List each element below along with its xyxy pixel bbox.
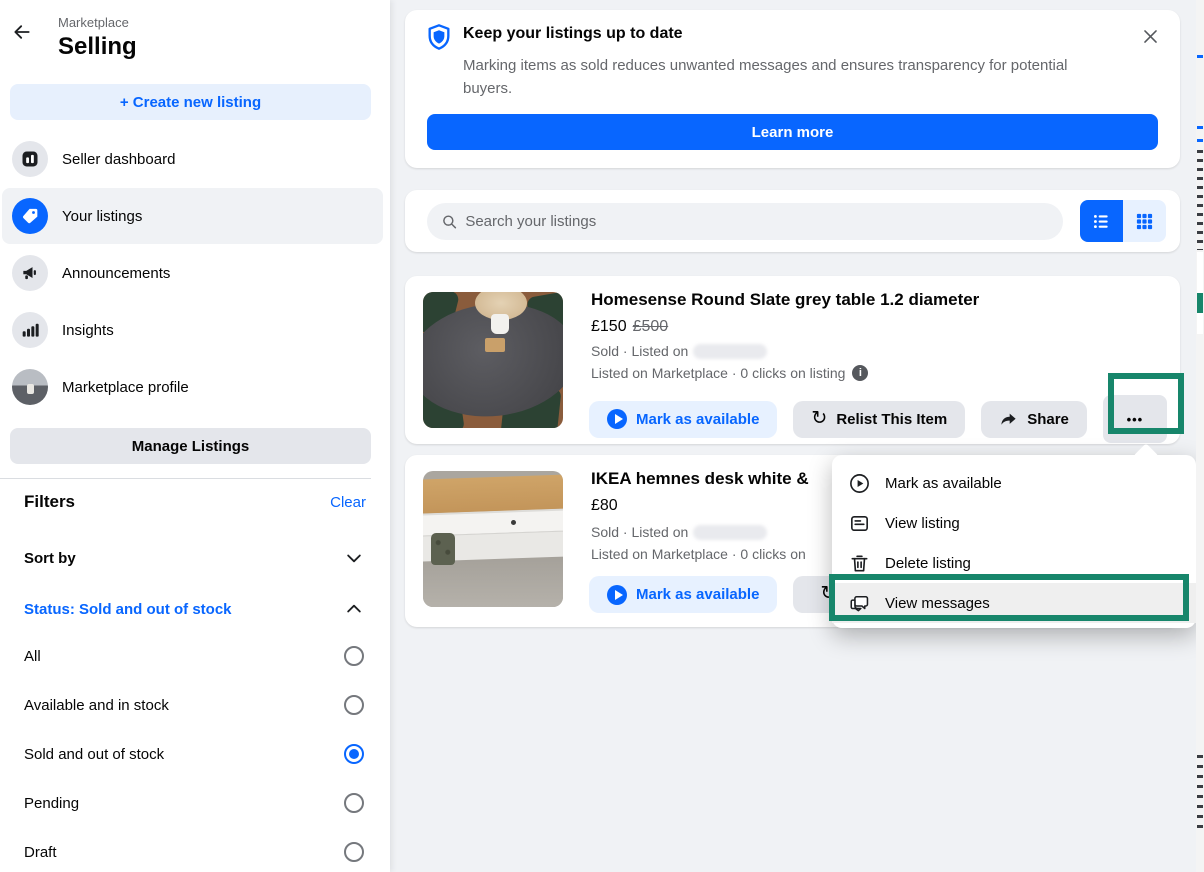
status-option-sold[interactable]: Sold and out of stock — [24, 742, 364, 766]
play-icon — [607, 585, 627, 605]
search-card — [405, 190, 1180, 252]
share-button[interactable]: Share — [981, 401, 1087, 438]
sidebar-item-seller-dashboard[interactable]: Seller dashboard — [2, 131, 383, 187]
close-icon — [1141, 27, 1160, 46]
banner-description: Marking items as sold reduces unwanted m… — [463, 54, 1093, 100]
learn-more-button[interactable]: Learn more — [427, 114, 1158, 150]
more-options-menu: Mark as available View listing Delete li… — [832, 455, 1196, 628]
listing-photo-1[interactable] — [423, 292, 563, 428]
sidebar-divider — [0, 478, 371, 479]
avatar — [12, 369, 48, 405]
trash-icon — [848, 552, 871, 575]
sort-by-section[interactable]: Sort by — [24, 546, 364, 570]
listing-card-1[interactable]: Homesense Round Slate grey table 1.2 dia… — [405, 276, 1180, 444]
listing-meta-line: Listed on Marketplace · 0 clicks on list… — [591, 365, 868, 381]
listing-price: £150£500 — [591, 318, 668, 336]
share-icon — [999, 410, 1018, 429]
radio-icon[interactable] — [344, 646, 364, 666]
bar-chart-icon — [12, 312, 48, 348]
grid-view-icon — [1135, 212, 1154, 231]
listing-price: £80 — [591, 497, 618, 515]
radio-icon[interactable] — [344, 793, 364, 813]
search-input-wrapper — [427, 203, 1063, 240]
original-price: £500 — [633, 318, 669, 335]
sidebar-item-announcements[interactable]: Announcements — [2, 245, 383, 301]
back-button[interactable] — [12, 22, 34, 44]
sidebar-item-marketplace-profile[interactable]: Marketplace profile — [2, 359, 383, 415]
marketplace-selling-page: Marketplace Selling + Create new listing… — [0, 0, 1204, 872]
listing-title[interactable]: Homesense Round Slate grey table 1.2 dia… — [591, 290, 979, 310]
play-icon — [607, 409, 627, 429]
status-option-all[interactable]: All — [24, 644, 364, 668]
sidebar-item-insights[interactable]: Insights — [2, 302, 383, 358]
back-arrow-icon — [12, 22, 32, 42]
menu-item-mark-as-available[interactable]: Mark as available — [832, 463, 1196, 503]
page-title: Selling — [58, 33, 137, 61]
more-options-button[interactable]: ••• — [1103, 395, 1167, 443]
list-view-icon — [1092, 212, 1111, 231]
listing-title[interactable]: IKEA hemnes desk white & — [591, 469, 809, 489]
shield-icon — [425, 23, 453, 51]
listing-status-line: Sold · Listed on — [591, 343, 767, 359]
document-icon — [848, 512, 871, 535]
table-photo — [423, 292, 563, 428]
close-banner-button[interactable] — [1138, 24, 1162, 48]
sidebar-item-your-listings[interactable]: Your listings — [2, 188, 383, 244]
create-new-listing-button[interactable]: + Create new listing — [10, 84, 371, 120]
view-toggle — [1080, 200, 1166, 242]
chevron-up-icon — [344, 599, 364, 619]
status-option-pending[interactable]: Pending — [24, 791, 364, 815]
status-option-draft[interactable]: Draft — [24, 840, 364, 864]
main-content: Keep your listings up to date Marking it… — [390, 0, 1196, 872]
search-input[interactable] — [465, 213, 1049, 230]
relist-icon: ↻ — [811, 409, 827, 428]
status-option-available[interactable]: Available and in stock — [24, 693, 364, 717]
mark-as-available-button[interactable]: Mark as available — [589, 401, 777, 438]
play-circle-icon — [848, 472, 871, 495]
list-view-button[interactable] — [1080, 200, 1123, 242]
redacted-date — [693, 525, 767, 540]
listing-actions: Mark as available ↻ — [589, 576, 863, 613]
listing-meta-line: Listed on Marketplace · 0 clicks on — [591, 546, 806, 562]
filters-title: Filters — [24, 492, 75, 512]
mark-as-available-button[interactable]: Mark as available — [589, 576, 777, 613]
chevron-down-icon — [344, 548, 364, 568]
chat-bubbles-icon — [848, 592, 871, 615]
listing-actions: Mark as available ↻ Relist This Item Sha… — [589, 395, 1167, 443]
breadcrumb: Marketplace — [58, 15, 129, 30]
clear-filters-link[interactable]: Clear — [330, 494, 366, 511]
relist-this-item-button[interactable]: ↻ Relist This Item — [793, 401, 965, 438]
info-icon[interactable]: i — [852, 365, 868, 381]
status-filter-section[interactable]: Status: Sold and out of stock — [24, 597, 364, 621]
page-minimap-strip[interactable] — [1196, 0, 1204, 872]
sidebar: Marketplace Selling + Create new listing… — [0, 0, 390, 872]
menu-item-view-messages[interactable]: View messages — [832, 583, 1196, 623]
desk-photo — [423, 471, 563, 607]
dashboard-icon — [12, 141, 48, 177]
megaphone-icon — [12, 255, 48, 291]
radio-selected-icon[interactable] — [344, 744, 364, 764]
menu-item-view-listing[interactable]: View listing — [832, 503, 1196, 543]
manage-listings-button[interactable]: Manage Listings — [10, 428, 371, 464]
search-icon — [441, 213, 457, 230]
listings-banner: Keep your listings up to date Marking it… — [405, 10, 1180, 168]
radio-icon[interactable] — [344, 695, 364, 715]
redacted-date — [693, 344, 767, 359]
radio-icon[interactable] — [344, 842, 364, 862]
menu-item-delete-listing[interactable]: Delete listing — [832, 543, 1196, 583]
listing-photo-2[interactable] — [423, 471, 563, 607]
listing-status-line: Sold · Listed on — [591, 524, 767, 540]
tag-icon — [12, 198, 48, 234]
ellipsis-icon: ••• — [1127, 412, 1144, 427]
banner-title: Keep your listings up to date — [463, 25, 683, 43]
grid-view-button[interactable] — [1123, 200, 1166, 242]
